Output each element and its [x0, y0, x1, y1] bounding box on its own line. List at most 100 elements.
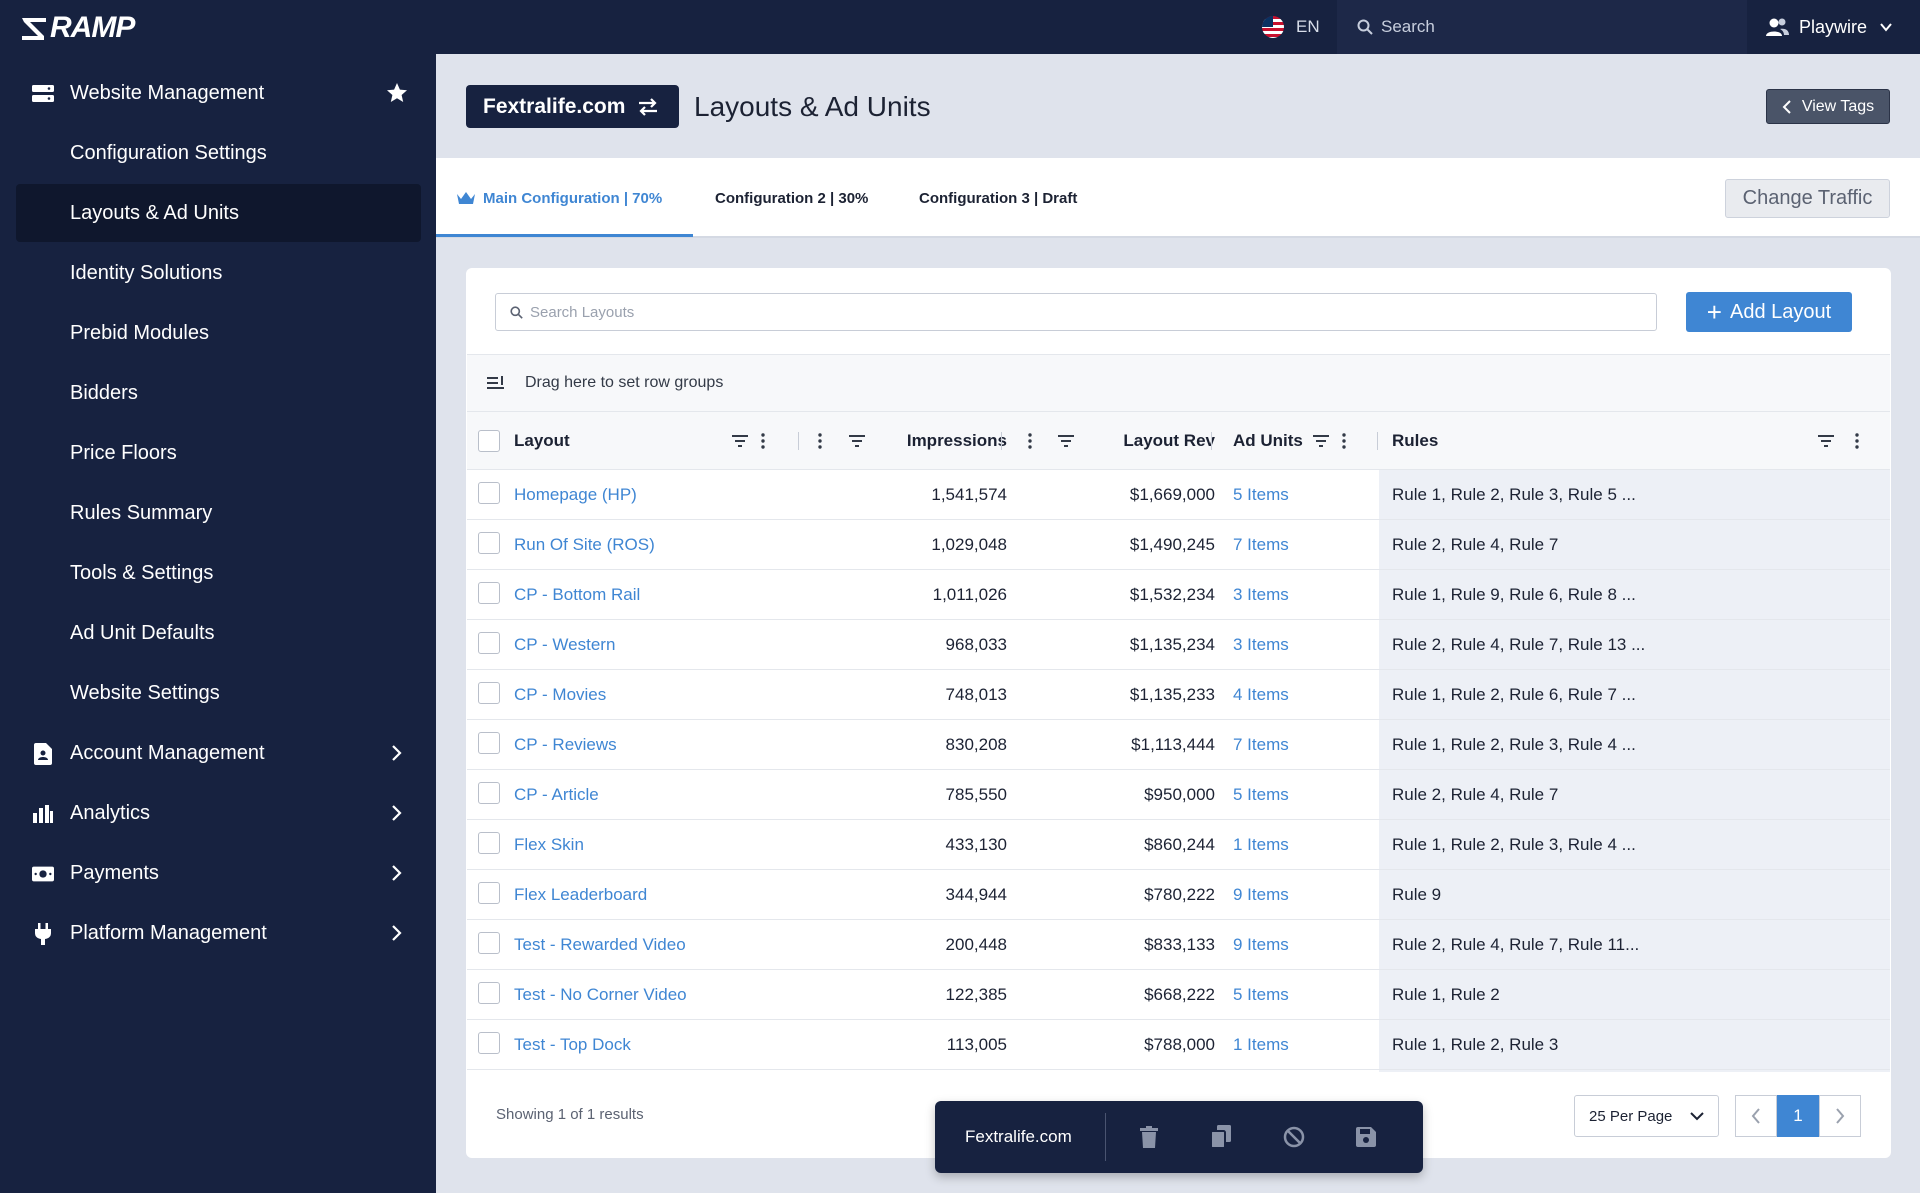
save-icon[interactable]	[1354, 1125, 1378, 1149]
row-checkbox[interactable]	[478, 832, 500, 854]
change-traffic-button[interactable]: Change Traffic	[1725, 179, 1890, 218]
sidebar-item-price-floors[interactable]: Price Floors	[16, 424, 421, 482]
sidebar-item-payments[interactable]: Payments	[16, 844, 421, 902]
table-row[interactable]: CP - Bottom Rail 1,011,026 $1,532,234 3 …	[467, 570, 1890, 620]
table-row[interactable]: CP - Article 785,550 $950,000 5 Items Ru…	[467, 770, 1890, 820]
page-number-button[interactable]: 1	[1777, 1095, 1819, 1137]
layout-link[interactable]: CP - Bottom Rail	[514, 570, 640, 620]
table-row[interactable]: CP - Movies 748,013 $1,135,233 4 Items R…	[467, 670, 1890, 720]
prev-page-button[interactable]	[1735, 1095, 1777, 1137]
language-selector[interactable]: EN	[1262, 0, 1320, 54]
sidebar-item-platform-management[interactable]: Platform Management	[16, 904, 421, 962]
row-checkbox[interactable]	[478, 532, 500, 554]
view-tags-button[interactable]: View Tags	[1766, 89, 1890, 124]
sidebar-item-bidders[interactable]: Bidders	[16, 364, 421, 422]
row-checkbox[interactable]	[478, 982, 500, 1004]
ramp-logo[interactable]: RAMP	[20, 11, 135, 44]
ad-units-link[interactable]: 3 Items	[1233, 570, 1289, 620]
layout-link[interactable]: CP - Western	[514, 620, 615, 670]
column-separator[interactable]	[798, 432, 799, 450]
ad-units-link[interactable]: 9 Items	[1233, 920, 1289, 970]
sidebar-item-configuration-settings[interactable]: Configuration Settings	[16, 124, 421, 182]
row-checkbox[interactable]	[478, 882, 500, 904]
star-icon[interactable]	[385, 81, 409, 105]
sidebar-item-identity-solutions[interactable]: Identity Solutions	[16, 244, 421, 302]
layout-link[interactable]: Flex Skin	[514, 820, 584, 870]
ad-units-link[interactable]: 7 Items	[1233, 720, 1289, 770]
sidebar-item-website-settings[interactable]: Website Settings	[16, 664, 421, 722]
column-separator[interactable]	[1001, 432, 1002, 450]
ad-units-link[interactable]: 1 Items	[1233, 1020, 1289, 1070]
column-menu-icon[interactable]	[1849, 433, 1865, 449]
table-row[interactable]: CP - Reviews 830,208 $1,113,444 7 Items …	[467, 720, 1890, 770]
copy-icon[interactable]	[1209, 1125, 1233, 1149]
site-switcher-button[interactable]: Fextralife.com	[466, 85, 679, 128]
sidebar-item-analytics[interactable]: Analytics	[16, 784, 421, 842]
row-checkbox[interactable]	[478, 932, 500, 954]
filter-icon[interactable]	[849, 433, 865, 449]
sidebar-item-prebid-modules[interactable]: Prebid Modules	[16, 304, 421, 362]
column-menu-icon[interactable]	[755, 433, 771, 449]
ad-units-link[interactable]: 5 Items	[1233, 470, 1289, 520]
ad-units-link[interactable]: 3 Items	[1233, 620, 1289, 670]
layout-link[interactable]: CP - Reviews	[514, 720, 617, 770]
tab-configuration-3[interactable]: Configuration 3 | Draft	[919, 158, 1077, 238]
row-checkbox[interactable]	[478, 682, 500, 704]
column-menu-icon[interactable]	[812, 433, 828, 449]
ad-units-link[interactable]: 5 Items	[1233, 970, 1289, 1020]
sidebar-item-ad-unit-defaults[interactable]: Ad Unit Defaults	[16, 604, 421, 662]
filter-icon[interactable]	[1058, 433, 1074, 449]
row-checkbox[interactable]	[478, 582, 500, 604]
row-group-drop-zone[interactable]: Drag here to set row groups	[467, 354, 1890, 412]
disable-icon[interactable]	[1282, 1125, 1306, 1149]
table-row[interactable]: Test - Rewarded Video 200,448 $833,133 9…	[467, 920, 1890, 970]
table-row[interactable]: Test - Top Dock 113,005 $788,000 1 Items…	[467, 1020, 1890, 1070]
layout-link[interactable]: Test - Rewarded Video	[514, 920, 686, 970]
column-menu-icon[interactable]	[1336, 433, 1352, 449]
global-search[interactable]: Search	[1337, 0, 1747, 54]
column-header-impressions[interactable]: Impressions	[889, 412, 1007, 470]
filter-icon[interactable]	[1818, 433, 1834, 449]
table-row[interactable]: Test - No Corner Video 122,385 $668,222 …	[467, 970, 1890, 1020]
layout-link[interactable]: Test - No Corner Video	[514, 970, 687, 1020]
ad-units-link[interactable]: 4 Items	[1233, 670, 1289, 720]
user-menu[interactable]: Playwire	[1765, 0, 1893, 54]
trash-icon[interactable]	[1137, 1125, 1161, 1149]
row-checkbox[interactable]	[478, 1032, 500, 1054]
table-row[interactable]: Flex Leaderboard 344,944 $780,222 9 Item…	[467, 870, 1890, 920]
layout-link[interactable]: CP - Article	[514, 770, 599, 820]
layout-link[interactable]: Homepage (HP)	[514, 470, 637, 520]
table-row[interactable]: CP - Western 968,033 $1,135,234 3 Items …	[467, 620, 1890, 670]
table-row[interactable]: Homepage (HP) 1,541,574 $1,669,000 5 Ite…	[467, 470, 1890, 520]
column-header-layout[interactable]: Layout	[514, 412, 570, 470]
ad-units-link[interactable]: 5 Items	[1233, 770, 1289, 820]
sidebar-section-website-management[interactable]: Website Management	[16, 64, 421, 122]
filter-icon[interactable]	[1313, 433, 1329, 449]
row-checkbox[interactable]	[478, 482, 500, 504]
table-row[interactable]: Flex Skin 433,130 $860,244 1 Items Rule …	[467, 820, 1890, 870]
ad-units-link[interactable]: 9 Items	[1233, 870, 1289, 920]
select-all-checkbox[interactable]	[478, 430, 500, 452]
sidebar-item-account-management[interactable]: Account Management	[16, 724, 421, 782]
column-separator[interactable]	[1211, 432, 1212, 450]
per-page-select[interactable]: 25 Per Page	[1574, 1095, 1719, 1137]
column-separator[interactable]	[1377, 432, 1378, 450]
column-header-ad-units[interactable]: Ad Units	[1233, 412, 1303, 470]
ad-units-link[interactable]: 1 Items	[1233, 820, 1289, 870]
row-checkbox[interactable]	[478, 732, 500, 754]
table-row[interactable]: Run Of Site (ROS) 1,029,048 $1,490,245 7…	[467, 520, 1890, 570]
row-checkbox[interactable]	[478, 782, 500, 804]
ad-units-link[interactable]: 7 Items	[1233, 520, 1289, 570]
row-checkbox[interactable]	[478, 632, 500, 654]
layout-link[interactable]: Test - Top Dock	[514, 1020, 631, 1070]
tab-main-configuration[interactable]: Main Configuration | 70%	[456, 158, 662, 238]
sidebar-item-tools-settings[interactable]: Tools & Settings	[16, 544, 421, 602]
sidebar-item-rules-summary[interactable]: Rules Summary	[16, 484, 421, 542]
layout-link[interactable]: CP - Movies	[514, 670, 606, 720]
column-header-layout-rev[interactable]: Layout Rev	[1087, 412, 1215, 470]
layout-link[interactable]: Run Of Site (ROS)	[514, 520, 655, 570]
filter-icon[interactable]	[732, 433, 748, 449]
layout-link[interactable]: Flex Leaderboard	[514, 870, 647, 920]
next-page-button[interactable]	[1819, 1095, 1861, 1137]
column-menu-icon[interactable]	[1022, 433, 1038, 449]
